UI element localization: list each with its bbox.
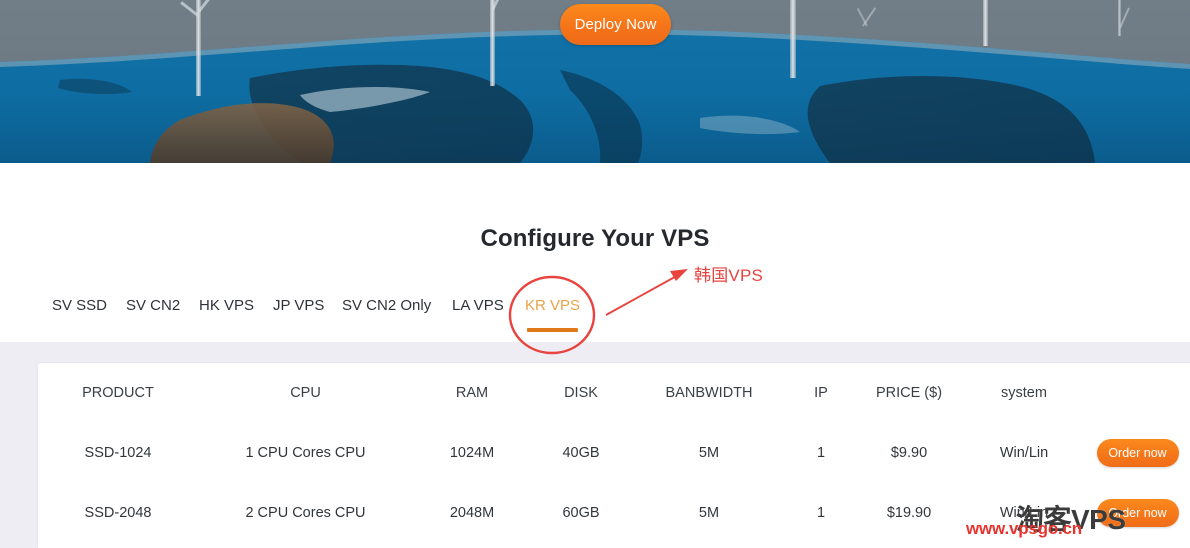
tab-label: JP VPS <box>273 297 325 314</box>
header-bandwidth: BANBWIDTH <box>665 385 753 401</box>
annotation-label: 韩国VPS <box>694 266 764 285</box>
tab-label: SV CN2 Only <box>342 297 432 314</box>
tab-jp-vps[interactable]: JP VPS <box>273 293 324 319</box>
cell-disk: 40GB <box>562 445 600 461</box>
table-row: SSD-2048 2 CPU Cores CPU 2048M 60GB 5M 1… <box>38 483 1190 543</box>
cell-system: Win/Lin <box>999 445 1049 461</box>
tab-label: SV SSD <box>52 297 108 314</box>
cell-action: Order now <box>1085 423 1190 483</box>
cell-cpu: 1 CPU Cores CPU <box>245 445 366 461</box>
page-root: Deploy Now Configure Your VPS SV SSD SV … <box>0 0 1190 548</box>
cell-ip: 1 <box>816 505 826 521</box>
tab-sv-cn2-only[interactable]: SV CN2 Only <box>342 293 431 319</box>
header-disk: DISK <box>564 385 598 401</box>
order-now-button[interactable]: Order now <box>1096 499 1179 527</box>
header-system: system <box>1001 385 1047 401</box>
cell-product: SSD-2048 <box>84 505 152 521</box>
header-cpu: CPU <box>290 385 321 401</box>
configure-section: Configure Your VPS SV SSD SV CN2 HK VPS … <box>0 163 1190 548</box>
cell-ip: 1 <box>816 445 826 461</box>
cell-cpu: 2 CPU Cores CPU <box>245 505 366 521</box>
hero-banner: Deploy Now <box>0 0 1190 163</box>
cell-system: Win/Lin <box>999 505 1049 521</box>
tab-sv-cn2[interactable]: SV CN2 <box>126 293 180 319</box>
tab-sv-ssd[interactable]: SV SSD <box>52 293 107 319</box>
order-now-button[interactable]: Order now <box>1096 439 1179 467</box>
table-header-row: PRODUCT CPU RAM DISK BANBWIDTH IP PRICE … <box>38 363 1190 423</box>
annotation-arrow-head <box>670 269 688 281</box>
header-ip: IP <box>814 385 828 401</box>
deploy-now-button[interactable]: Deploy Now <box>560 4 671 45</box>
cell-ram: 2048M <box>449 505 495 521</box>
wind-turbine-mast <box>983 0 988 46</box>
wind-turbine-mast <box>790 0 796 78</box>
cell-action: Order now <box>1085 483 1190 543</box>
tab-label: SV CN2 <box>126 297 181 314</box>
header-action <box>1085 363 1190 423</box>
cell-disk: 60GB <box>562 505 600 521</box>
tab-kr-vps[interactable]: KR VPS <box>525 293 581 332</box>
vps-location-tabs: SV SSD SV CN2 HK VPS JP VPS SV CN2 Only … <box>0 293 1190 333</box>
pricing-table: PRODUCT CPU RAM DISK BANBWIDTH IP PRICE … <box>38 363 1190 543</box>
cell-product: SSD-1024 <box>84 445 152 461</box>
page-title: Configure Your VPS <box>480 225 710 252</box>
cell-price: $9.90 <box>890 445 928 461</box>
active-tab-indicator <box>527 328 579 332</box>
cell-bandwidth: 5M <box>698 505 720 521</box>
table-row: SSD-1024 1 CPU Cores CPU 1024M 40GB 5M 1… <box>38 423 1190 483</box>
tab-label: HK VPS <box>199 297 255 314</box>
wind-turbine-mast <box>1118 0 1121 36</box>
cell-bandwidth: 5M <box>698 445 720 461</box>
cell-price: $19.90 <box>886 505 932 521</box>
tab-hk-vps[interactable]: HK VPS <box>199 293 254 319</box>
header-product: PRODUCT <box>82 385 154 401</box>
header-ram: RAM <box>455 385 489 401</box>
tab-la-vps[interactable]: LA VPS <box>452 293 504 319</box>
tab-label: KR VPS <box>525 297 581 314</box>
header-price: PRICE ($) <box>875 385 943 401</box>
tab-label: LA VPS <box>452 297 504 314</box>
wind-turbine-mast <box>490 0 495 86</box>
cell-ram: 1024M <box>449 445 495 461</box>
pricing-table-card: PRODUCT CPU RAM DISK BANBWIDTH IP PRICE … <box>38 363 1190 548</box>
